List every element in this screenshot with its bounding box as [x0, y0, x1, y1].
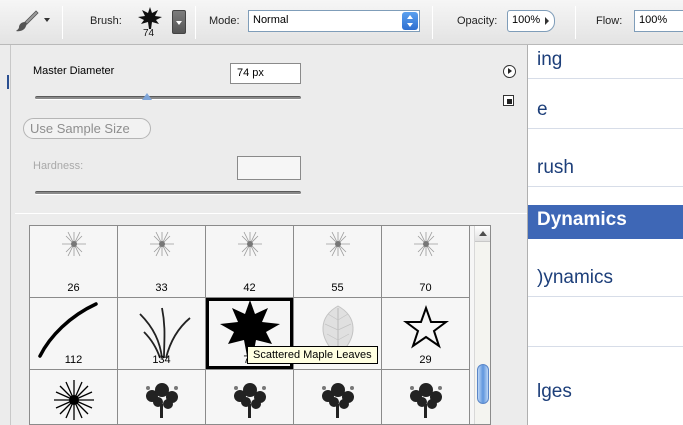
panel-item-label: )ynamics [537, 267, 614, 288]
brush-label: Brush: [90, 15, 122, 27]
flow-label: Flow: [596, 15, 623, 27]
new-preset-button[interactable] [503, 95, 514, 106]
brush-name-tooltip: Scattered Maple Leaves [247, 346, 378, 364]
mode-select[interactable]: Normal [248, 10, 420, 32]
brush-picker-button[interactable] [172, 10, 186, 34]
opacity-field[interactable]: 100% [507, 10, 555, 32]
master-diameter-label: Master Diameter [33, 65, 115, 77]
preset-scrollbar[interactable] [474, 226, 490, 424]
scroll-up-button[interactable] [475, 226, 490, 242]
brush-preset-foliage[interactable] [206, 370, 294, 424]
mode-label: Mode: [209, 15, 240, 27]
brush-preset-size: 26 [67, 282, 80, 294]
brush-preset-spark-42[interactable]: 42 [206, 226, 294, 298]
chevron-right-icon[interactable] [545, 17, 549, 25]
brush-preset-size: 70 [419, 282, 432, 294]
panel-item-label: Dynamics [537, 209, 627, 230]
panel-item-edges[interactable]: lges [523, 377, 683, 411]
opacity-value: 100% [512, 14, 541, 26]
brush-preset-size: 134 [152, 354, 171, 366]
brush-preset-grass-134[interactable]: 134 [118, 298, 206, 370]
toolbar-separator [432, 6, 433, 39]
spark-brush-tip-icon [62, 231, 86, 257]
master-diameter-field[interactable]: 74 px [230, 63, 301, 84]
panel-item-color-dynamics[interactable]: )ynamics [523, 263, 683, 297]
panel-item-painting[interactable]: ing [523, 45, 683, 79]
master-diameter-value: 74 px [237, 67, 264, 79]
use-sample-size-button[interactable]: Use Sample Size [23, 118, 151, 139]
burst-brush-tip-icon [54, 380, 94, 420]
chevron-down-icon [176, 21, 182, 25]
flow-field[interactable]: 100% [634, 10, 683, 32]
panel-item-tip-shape[interactable]: e [523, 95, 683, 129]
brush-preset-foliage[interactable] [118, 370, 206, 424]
mode-value: Normal [253, 14, 289, 26]
brush-preset-spark-33[interactable]: 33 [118, 226, 206, 298]
brush-preset-size: 33 [155, 282, 168, 294]
popup-divider [15, 213, 527, 214]
up-down-arrows-icon[interactable] [402, 12, 418, 30]
brush-preset-spark-26[interactable]: 26 [30, 226, 118, 298]
brush-preset-size: 42 [243, 282, 256, 294]
brush-preset-star-29[interactable]: 29 [382, 298, 470, 370]
spark-brush-tip-icon [326, 231, 350, 257]
brush-preset-grid: 2633425570112134749529 [29, 225, 491, 425]
brush-preset-size: 55 [331, 282, 344, 294]
brush-preset-spark-70[interactable]: 70 [382, 226, 470, 298]
panel-item-label: lges [537, 381, 572, 402]
panel-item-blank[interactable] [523, 313, 683, 347]
brush-preset-size: 112 [64, 354, 83, 366]
play-arrow-icon [508, 68, 512, 74]
foliage-brush-tip-icon [410, 383, 442, 418]
brush-preset-size: 29 [419, 354, 432, 366]
panel-item-label: e [537, 99, 548, 120]
scrollbar-thumb[interactable] [477, 364, 489, 405]
brush-preset-picker: Master Diameter 74 px Use Sample Size Ha… [10, 45, 528, 425]
foliage-brush-tip-icon [322, 383, 354, 418]
brush-preset-foliage[interactable] [294, 370, 382, 424]
brush-preset-burst[interactable] [30, 370, 118, 424]
foliage-brush-tip-icon [146, 383, 178, 418]
star-brush-tip-icon [403, 305, 449, 349]
toolbar-separator [195, 6, 196, 39]
toolbar-separator [575, 6, 576, 39]
panel-item-brush[interactable]: rush [523, 153, 683, 187]
brush-preset-spark-55[interactable]: 55 [294, 226, 382, 298]
panel-item-shape-dynamics[interactable]: Dynamics [523, 205, 683, 239]
tool-preset-dropdown-icon[interactable] [44, 18, 50, 22]
new-preset-icon [507, 99, 512, 104]
curve-brush-tip-icon [38, 302, 98, 358]
brushes-panel: ing e rush Dynamics )ynamics lges [523, 45, 683, 425]
hardness-slider[interactable] [35, 191, 301, 195]
master-diameter-slider-thumb[interactable] [141, 93, 152, 100]
brush-preset-curve-112[interactable]: 112 [30, 298, 118, 370]
left-edge-strip [0, 45, 10, 425]
hardness-label: Hardness: [33, 160, 84, 172]
flow-value: 100% [639, 14, 668, 26]
spark-brush-tip-icon [414, 231, 438, 257]
brush-preset-foliage[interactable] [382, 370, 470, 424]
hardness-field[interactable] [237, 156, 301, 180]
spark-brush-tip-icon [238, 231, 262, 257]
panel-item-label: ing [537, 49, 563, 70]
flyout-menu-button[interactable] [503, 65, 516, 78]
edge-marker [7, 75, 9, 89]
brush-tool-icon[interactable] [14, 8, 40, 34]
toolbar-separator [62, 6, 63, 39]
foliage-brush-tip-icon [234, 383, 266, 418]
master-diameter-slider[interactable] [35, 96, 301, 100]
spark-brush-tip-icon [150, 231, 174, 257]
grass-brush-tip-icon [139, 307, 191, 359]
panel-item-label: rush [537, 157, 574, 178]
use-sample-size-label: Use Sample Size [30, 121, 130, 136]
opacity-label: Opacity: [457, 15, 498, 27]
brush-size-readout: 74 [143, 28, 155, 39]
options-toolbar: Brush: 74 Mode: Normal Opacity: 100% Flo… [0, 0, 683, 45]
chevron-up-icon [479, 231, 487, 236]
